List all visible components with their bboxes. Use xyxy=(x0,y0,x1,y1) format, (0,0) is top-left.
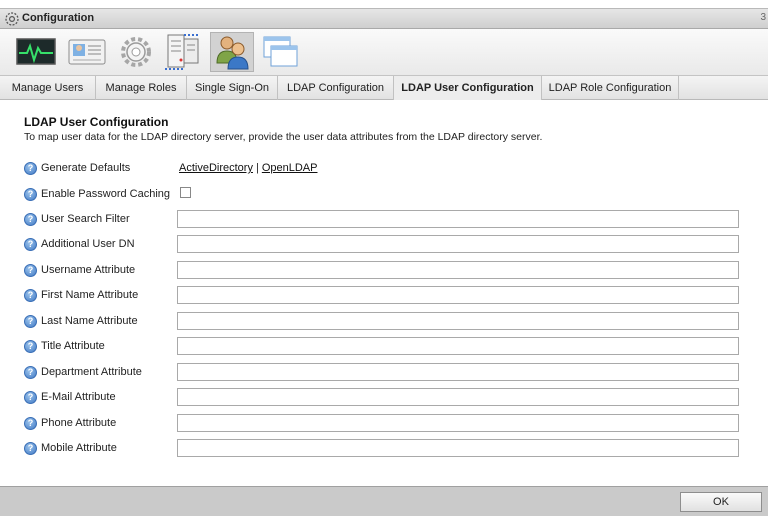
settings-gear-icon xyxy=(121,37,151,67)
user-search-filter-label: User Search Filter xyxy=(41,213,130,225)
page-title: LDAP User Configuration xyxy=(24,115,169,129)
help-icon[interactable]: ? xyxy=(24,188,37,201)
first-name-attribute-input[interactable] xyxy=(177,286,739,304)
user-card-tool-button[interactable] xyxy=(65,32,109,72)
phone-attribute-row: ? Phone Attribute xyxy=(0,414,768,434)
user-card-icon xyxy=(68,39,106,65)
help-icon[interactable]: ? xyxy=(24,213,37,226)
server-tool-button[interactable] xyxy=(160,32,204,72)
help-icon[interactable]: ? xyxy=(24,417,37,430)
department-attribute-label: Department Attribute xyxy=(41,366,142,378)
phone-attribute-input[interactable] xyxy=(177,414,739,432)
active-directory-link[interactable]: ActiveDirectory xyxy=(179,162,253,174)
department-attribute-row: ? Department Attribute xyxy=(0,363,768,383)
help-icon[interactable]: ? xyxy=(24,238,37,251)
additional-user-dn-row: ? Additional User DN xyxy=(0,235,768,255)
open-ldap-link[interactable]: OpenLDAP xyxy=(262,162,318,174)
help-icon[interactable]: ? xyxy=(24,264,37,277)
content-panel: LDAP User Configuration To map user data… xyxy=(0,100,768,486)
enable-password-caching-checkbox[interactable] xyxy=(180,187,191,198)
mobile-attribute-row: ? Mobile Attribute xyxy=(0,439,768,459)
tab-ldap-role-configuration[interactable]: LDAP Role Configuration xyxy=(542,76,679,100)
last-name-attribute-input[interactable] xyxy=(177,312,739,330)
first-name-attribute-label: First Name Attribute xyxy=(41,289,139,301)
last-name-attribute-row: ? Last Name Attribute xyxy=(0,312,768,332)
ok-button[interactable]: OK xyxy=(680,492,762,512)
title-attribute-label: Title Attribute xyxy=(41,340,105,352)
help-icon[interactable]: ? xyxy=(24,391,37,404)
window-title: Configuration xyxy=(22,12,95,24)
dialog-footer: OK xyxy=(0,486,768,516)
tab-manage-roles[interactable]: Manage Roles xyxy=(96,76,187,100)
window-titlebar: Configuration 3 xyxy=(0,8,768,29)
gear-icon xyxy=(5,12,19,26)
tab-manage-users[interactable]: Manage Users xyxy=(0,76,96,100)
enable-password-caching-label: Enable Password Caching xyxy=(41,188,171,200)
email-attribute-row: ? E-Mail Attribute xyxy=(0,388,768,408)
username-attribute-label: Username Attribute xyxy=(41,264,136,276)
additional-user-dn-input[interactable] xyxy=(177,235,739,253)
users-icon xyxy=(216,36,249,70)
additional-user-dn-label: Additional User DN xyxy=(41,238,135,250)
username-attribute-input[interactable] xyxy=(177,261,739,279)
generate-defaults-label: Generate Defaults xyxy=(41,162,131,174)
enable-password-caching-row: ? Enable Password Caching xyxy=(0,187,768,205)
tab-ldap-configuration[interactable]: LDAP Configuration xyxy=(278,76,394,100)
tab-bar: Manage Users Manage Roles Single Sign-On… xyxy=(0,76,768,100)
help-icon[interactable]: ? xyxy=(24,162,37,175)
users-tool-button[interactable] xyxy=(210,32,254,72)
icon-toolbar xyxy=(0,29,768,76)
help-icon[interactable]: ? xyxy=(24,289,37,302)
mobile-attribute-input[interactable] xyxy=(177,439,739,457)
close-icon[interactable]: 3 xyxy=(760,12,766,23)
tab-ldap-user-configuration[interactable]: LDAP User Configuration xyxy=(394,76,542,100)
page-description: To map user data for the LDAP directory … xyxy=(24,131,543,143)
mobile-attribute-label: Mobile Attribute xyxy=(41,442,117,454)
user-search-filter-input[interactable] xyxy=(177,210,739,228)
tab-single-sign-on[interactable]: Single Sign-On xyxy=(187,76,278,100)
help-icon[interactable]: ? xyxy=(24,442,37,455)
monitor-tool-button[interactable] xyxy=(14,32,58,72)
server-icon xyxy=(165,34,200,70)
link-separator: | xyxy=(255,162,259,174)
monitor-icon xyxy=(16,38,56,65)
email-attribute-label: E-Mail Attribute xyxy=(41,391,116,403)
generate-defaults-links: ActiveDirectory | OpenLDAP xyxy=(179,162,317,174)
settings-tool-button[interactable] xyxy=(114,32,158,72)
help-icon[interactable]: ? xyxy=(24,366,37,379)
first-name-attribute-row: ? First Name Attribute xyxy=(0,286,768,306)
help-icon[interactable]: ? xyxy=(24,340,37,353)
generate-defaults-row: ? Generate Defaults ActiveDirectory | Open… xyxy=(0,161,768,179)
help-icon[interactable]: ? xyxy=(24,315,37,328)
windows-icon xyxy=(263,36,298,67)
last-name-attribute-label: Last Name Attribute xyxy=(41,315,138,327)
username-attribute-row: ? Username Attribute xyxy=(0,261,768,281)
phone-attribute-label: Phone Attribute xyxy=(41,417,117,429)
title-attribute-row: ? Title Attribute xyxy=(0,337,768,357)
title-attribute-input[interactable] xyxy=(177,337,739,355)
windows-tool-button[interactable] xyxy=(258,32,302,72)
email-attribute-input[interactable] xyxy=(177,388,739,406)
department-attribute-input[interactable] xyxy=(177,363,739,381)
user-search-filter-row: ? User Search Filter xyxy=(0,210,768,230)
